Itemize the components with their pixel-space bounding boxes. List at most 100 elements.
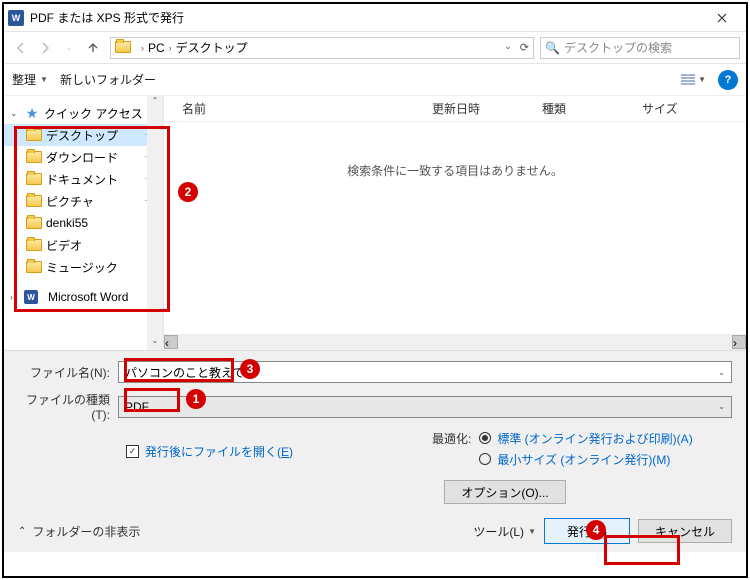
- tree-item-documents[interactable]: ドキュメント 📌: [4, 168, 163, 190]
- organize-menu[interactable]: 整理 ▼: [12, 71, 48, 88]
- filename-label: ファイル名(N):: [18, 364, 118, 381]
- filename-value: パソコンのこと教えて: [125, 364, 244, 381]
- dialog-window: W PDF または XPS 形式で発行 ⌄ › PC › デスクトップ ⌄ ⟳: [2, 2, 748, 578]
- back-button[interactable]: [10, 37, 32, 59]
- folder-icon: [26, 238, 42, 252]
- recent-dropdown[interactable]: ⌄: [58, 37, 80, 59]
- nav-toolbar: ⌄ › PC › デスクトップ ⌄ ⟳ 🔍 デスクトップの検索: [4, 32, 746, 64]
- arrow-up-icon: [86, 41, 100, 55]
- address-bar[interactable]: › PC › デスクトップ ⌄ ⟳: [110, 37, 534, 59]
- folder-icon: [115, 41, 131, 55]
- chevron-down-icon: ⌄: [66, 43, 73, 52]
- tree-word[interactable]: › W Microsoft Word: [4, 286, 163, 308]
- chevron-up-icon: ⌃: [18, 526, 26, 537]
- tools-menu[interactable]: ツール(L) ▼: [473, 523, 536, 540]
- star-icon: ★: [24, 106, 40, 120]
- hide-folders-toggle[interactable]: ⌃ フォルダーの非表示: [18, 523, 140, 540]
- chevron-down-icon: ▼: [698, 75, 706, 84]
- view-mode-button[interactable]: ▼: [680, 73, 706, 87]
- radio-standard[interactable]: 標準 (オンライン発行および印刷)(A): [479, 430, 697, 447]
- new-folder-button[interactable]: 新しいフォルダー: [60, 71, 156, 88]
- chevron-down-icon: ▼: [528, 527, 536, 536]
- scroll-up-icon: ⌃: [152, 96, 159, 110]
- checkbox-icon: ✓: [126, 445, 139, 458]
- radio-minsize-label: 最小サイズ (オンライン発行)(M): [497, 451, 697, 468]
- search-icon: 🔍: [545, 41, 560, 55]
- radio-off-icon: [479, 453, 491, 465]
- tree-item-downloads[interactable]: ダウンロード 📌: [4, 146, 163, 168]
- folder-icon: [26, 172, 42, 186]
- file-list-area: 名前 更新日時 種類 サイズ 検索条件に一致する項目はありません。 ‹ ›: [164, 96, 746, 350]
- tree-item-videos[interactable]: ビデオ: [4, 234, 163, 256]
- col-type[interactable]: 種類: [542, 100, 642, 117]
- chevron-down-icon: ⌄: [718, 402, 725, 411]
- body-area: ⌄ ★ クイック アクセス デスクトップ 📌 ダウンロード 📌 ドキュメント 📌: [4, 96, 746, 350]
- tree-label: denki55: [46, 216, 88, 230]
- folder-icon: [26, 260, 42, 274]
- tree-item-pictures[interactable]: ピクチャ 📌: [4, 190, 163, 212]
- file-hscrollbar[interactable]: ‹ ›: [164, 334, 746, 350]
- tree-label: Microsoft Word: [48, 290, 128, 304]
- up-button[interactable]: [82, 37, 104, 59]
- radio-standard-label: 標準 (オンライン発行および印刷)(A): [497, 430, 697, 447]
- open-after-label: 発行後にファイルを開く(E): [145, 443, 293, 460]
- word-app-icon: W: [8, 10, 24, 26]
- arrow-right-icon: [38, 41, 52, 55]
- tree-label: ビデオ: [46, 237, 82, 254]
- close-button[interactable]: [702, 5, 742, 31]
- nav-tree: ⌄ ★ クイック アクセス デスクトップ 📌 ダウンロード 📌 ドキュメント 📌: [4, 96, 164, 350]
- scroll-right-icon: ›: [732, 335, 746, 349]
- radio-minsize[interactable]: 最小サイズ (オンライン発行)(M): [479, 451, 697, 468]
- refresh-icon[interactable]: ⟳: [520, 41, 529, 54]
- help-button[interactable]: ?: [718, 70, 738, 90]
- tree-item-music[interactable]: ミュージック: [4, 256, 163, 278]
- path-segment[interactable]: PC: [148, 41, 165, 55]
- publish-label: 発行(S): [567, 523, 607, 540]
- tree-scrollbar[interactable]: ⌃ ⌄: [147, 96, 163, 350]
- list-view-icon: [680, 73, 696, 87]
- caret-down-icon: ⌄: [10, 108, 20, 119]
- filename-input[interactable]: パソコンのこと教えて ⌄: [118, 361, 732, 383]
- chevron-down-icon[interactable]: ⌄: [718, 368, 725, 377]
- forward-button[interactable]: [34, 37, 56, 59]
- tree-item-denki55[interactable]: denki55: [4, 212, 163, 234]
- search-input[interactable]: 🔍 デスクトップの検索: [540, 37, 740, 59]
- bottom-panel: ファイル名(N): パソコンのこと教えて ⌄ ファイルの種類(T): PDF ⌄…: [4, 350, 746, 552]
- tree-label: クイック アクセス: [44, 105, 143, 122]
- scroll-down-icon: ⌄: [152, 336, 159, 350]
- path-dropdown-icon[interactable]: ⌄: [504, 41, 512, 54]
- path-segment[interactable]: デスクトップ: [176, 39, 248, 56]
- publish-button[interactable]: 発行(S): [544, 518, 630, 544]
- folder-icon: [26, 128, 42, 142]
- options-label: オプション(O)...: [461, 484, 548, 501]
- arrow-left-icon: [14, 41, 28, 55]
- open-after-checkbox[interactable]: ✓ 発行後にファイルを開く(E): [126, 430, 293, 472]
- tree-item-desktop[interactable]: デスクトップ 📌: [4, 124, 163, 146]
- window-title: PDF または XPS 形式で発行: [30, 9, 702, 26]
- col-size[interactable]: サイズ: [642, 100, 722, 117]
- search-placeholder: デスクトップの検索: [564, 39, 672, 56]
- folder-icon: [26, 194, 42, 208]
- tree-quick-access[interactable]: ⌄ ★ クイック アクセス: [4, 102, 163, 124]
- organize-label: 整理: [12, 71, 36, 88]
- cancel-label: キャンセル: [655, 523, 715, 540]
- tree-label: ピクチャ: [46, 193, 94, 210]
- chevron-down-icon: ▼: [40, 75, 48, 84]
- col-date[interactable]: 更新日時: [432, 100, 542, 117]
- close-icon: [717, 13, 727, 23]
- col-name[interactable]: 名前: [182, 100, 432, 117]
- radio-on-icon: [479, 432, 491, 444]
- tree-label: ドキュメント: [46, 171, 118, 188]
- tree-label: デスクトップ: [46, 127, 118, 144]
- path-sep-icon: ›: [169, 43, 172, 53]
- tree-label: ミュージック: [46, 259, 118, 276]
- scroll-left-icon: ‹: [164, 335, 178, 349]
- word-icon: W: [24, 290, 38, 304]
- options-button[interactable]: オプション(O)...: [444, 480, 565, 504]
- filetype-value: PDF: [125, 400, 149, 414]
- tools-label: ツール(L): [473, 523, 524, 540]
- tree-label: ダウンロード: [46, 149, 118, 166]
- caret-right-icon: ›: [10, 292, 20, 302]
- filetype-combo[interactable]: PDF ⌄: [118, 396, 732, 418]
- cancel-button[interactable]: キャンセル: [638, 519, 732, 543]
